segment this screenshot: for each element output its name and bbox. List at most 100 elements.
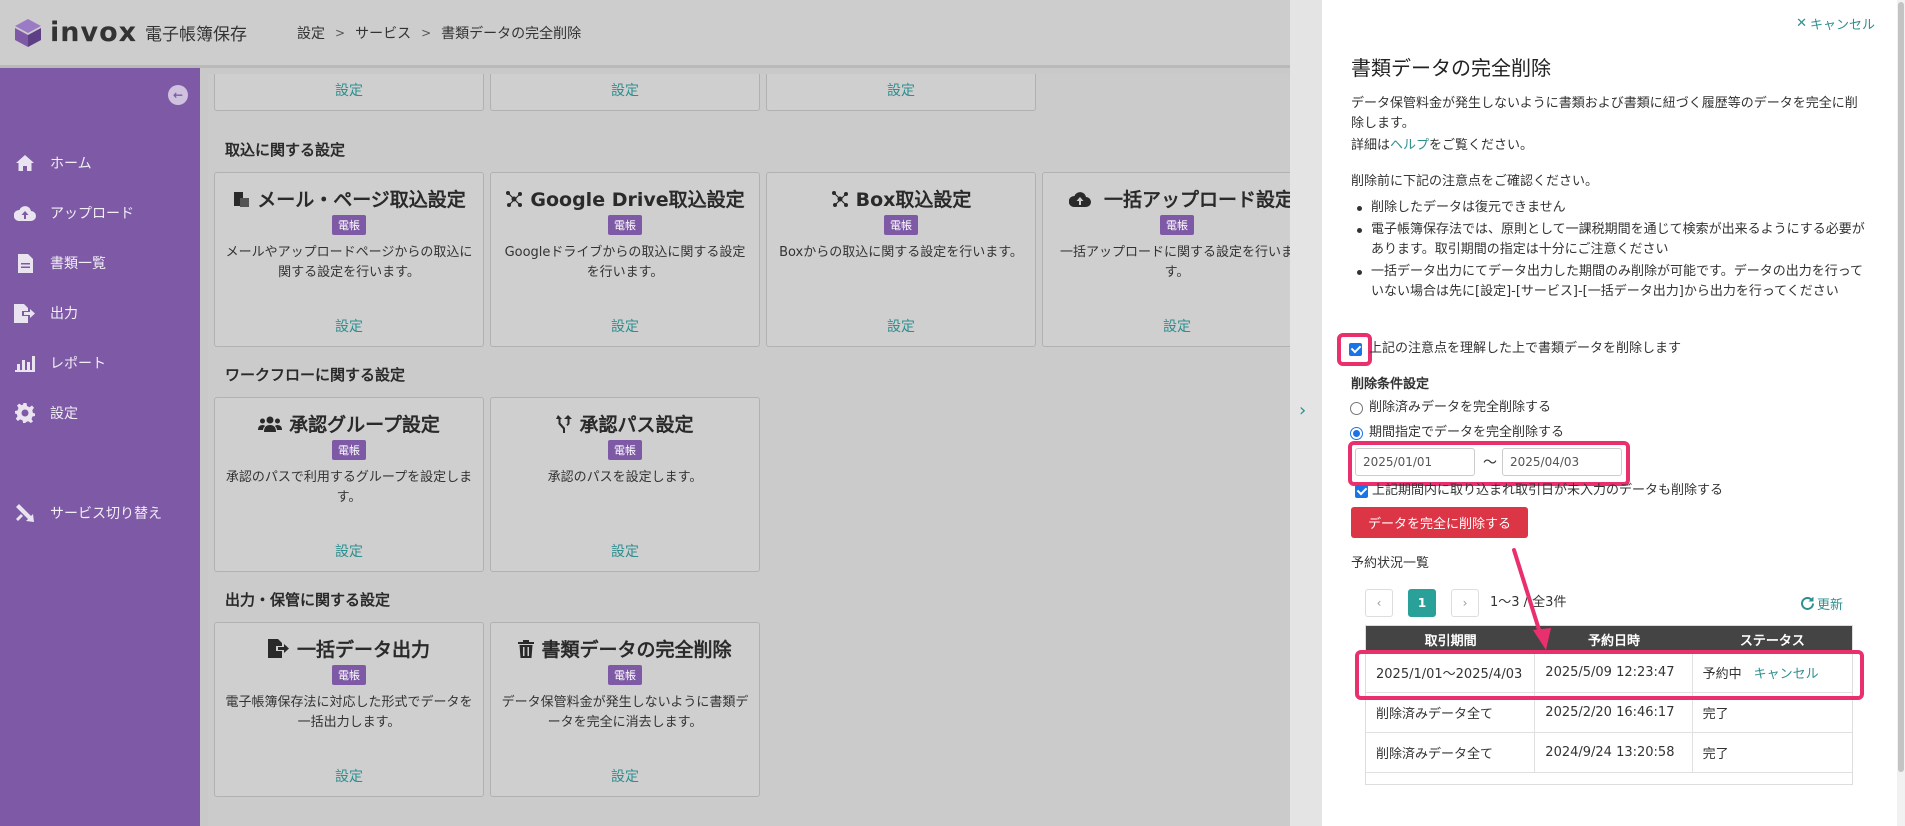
badge-denchou: 電帳	[608, 215, 642, 235]
card-settings-link[interactable]: 設定	[215, 316, 483, 336]
panel-intro: データ保管料金が発生しないように書類および書類に紐づく履歴等のデータを完全に削除…	[1351, 96, 1858, 131]
trash-icon	[518, 639, 535, 658]
upload-icon	[13, 203, 37, 223]
sidebar-item-upload[interactable]: アップロード	[0, 193, 200, 233]
gear-icon	[13, 403, 37, 423]
card-title: 書類データの完全削除	[541, 639, 732, 661]
radio-period[interactable]	[1350, 427, 1363, 440]
card-document-purge: 書類データの完全削除 電帳 データ保管料金が発生しないように書類データを完全に消…	[490, 622, 760, 797]
notice-lead: 削除前に下記の注意点をご確認ください。	[1351, 174, 1599, 189]
card-settings-link[interactable]: 設定	[215, 541, 483, 561]
card-settings-link[interactable]: 設定	[491, 316, 759, 336]
logo[interactable]: invox 電子帳簿保存	[12, 17, 247, 49]
confirm-checkbox[interactable]	[1349, 343, 1362, 356]
card-settings-link[interactable]: 設定	[491, 766, 759, 786]
card-settings-link[interactable]: 設定	[767, 316, 1035, 336]
table-footer	[1366, 772, 1852, 784]
breadcrumb-settings[interactable]: 設定	[297, 23, 325, 43]
card-description: Boxからの取込に関する設定を行います。	[779, 245, 1023, 260]
card-settings-link[interactable]: 設定	[215, 766, 483, 786]
card-approval-group: 承認グループ設定 電帳 承認のパスで利用するグループを設定します。 設定	[214, 397, 484, 572]
scrollbar-thumb[interactable]	[1898, 2, 1904, 772]
card-description: 承認のパスを設定します。	[547, 470, 703, 485]
panel-gutter: ›	[1290, 0, 1322, 826]
table-row: 削除済みデータ全て 2024/9/24 13:20:58 完了	[1366, 732, 1852, 772]
list-item: 削除したデータは復元できません	[1351, 198, 1871, 218]
pager-next-button[interactable]: ›	[1451, 589, 1479, 617]
radio-period-label: 期間指定でデータを完全削除する	[1369, 425, 1565, 440]
settings-card-partial: 設定	[490, 74, 760, 111]
sidebar-item-label: 出力	[50, 306, 78, 322]
breadcrumb-current: 書類データの完全削除	[441, 25, 582, 42]
date-to-input[interactable]: 2025/04/03	[1502, 448, 1622, 476]
users-icon	[258, 416, 283, 432]
app-header: invox 電子帳簿保存 設定 > サービス > 書類データの完全削除	[0, 0, 1290, 68]
refresh-button[interactable]: 更新	[1800, 594, 1843, 613]
column-header-reserved-at: 予約日時	[1587, 633, 1640, 649]
chevron-right-icon: >	[421, 25, 432, 40]
card-title: 一括データ出力	[296, 639, 430, 661]
sidebar-item-switch-service[interactable]: サービス切り替え	[0, 493, 200, 533]
reservations-table: 取引期間 予約日時 ステータス 2025/1/01〜2025/4/03 2025…	[1365, 625, 1853, 785]
sidebar-item-documents[interactable]: 書類一覧	[0, 243, 200, 283]
section-title-output-storage: 出力・保管に関する設定	[225, 591, 391, 609]
card-bulk-export: 一括データ出力 電帳 電子帳簿保存法に対応した形式でデータを一括出力します。 設…	[214, 622, 484, 797]
card-description: 電子帳簿保存法に対応した形式でデータを一括出力します。	[225, 695, 473, 730]
help-link[interactable]: ヘルプ	[1390, 138, 1429, 153]
chevron-right-icon: >	[335, 25, 346, 40]
main-content: 設定 設定 設定 取込に関する設定 メール・ページ取込設定 電帳 メールやアップ…	[208, 74, 1290, 826]
sidebar-item-export[interactable]: 出力	[0, 293, 200, 333]
sidebar: ← ホーム アップロード 書類一覧 出力 レポート 設定 サービス切り替え	[0, 68, 200, 826]
include-blank-date-label: 上記期間内に取り込まれ取引日が未入力のデータも削除する	[1372, 483, 1724, 498]
list-item: 一括データ出力にてデータ出力した期間のみ削除が可能です。データの出力を行っていな…	[1351, 262, 1871, 302]
list-item: 電子帳簿保存法では、原則として一課税期間を通じて検索が出来るようにする必要があり…	[1351, 220, 1871, 260]
cell-status: 完了	[1702, 747, 1729, 762]
panel-scrollbar[interactable]	[1897, 0, 1905, 826]
date-from-input[interactable]: 2025/01/01	[1355, 448, 1475, 476]
highlight-reservation-row	[1355, 650, 1864, 700]
collapse-sidebar-icon[interactable]: ←	[168, 85, 188, 105]
logo-text: invox	[50, 17, 138, 48]
pager-prev-button[interactable]: ‹	[1365, 589, 1393, 617]
badge-denchou: 電帳	[332, 665, 366, 685]
sidebar-item-label: レポート	[50, 356, 106, 372]
sidebar-item-settings[interactable]: 設定	[0, 393, 200, 433]
radio-deleted-data[interactable]	[1350, 402, 1363, 415]
reservations-title: 予約状況一覧	[1351, 556, 1430, 571]
branch-arrow-icon	[556, 414, 573, 433]
sidebar-item-label: サービス切り替え	[50, 506, 162, 522]
card-mail-page-import: メール・ページ取込設定 電帳 メールやアップロードページからの取込に関する設定を…	[214, 172, 484, 347]
card-approval-path: 承認パス設定 電帳 承認のパスを設定します。 設定	[490, 397, 760, 572]
include-blank-date-checkbox[interactable]	[1355, 485, 1368, 498]
pager-page-1[interactable]: 1	[1408, 589, 1436, 617]
card-settings-link[interactable]: 設定	[1043, 316, 1290, 336]
sidebar-item-home[interactable]: ホーム	[0, 143, 200, 183]
share-icon	[506, 190, 523, 207]
refresh-icon	[1800, 597, 1814, 610]
chevron-right-icon[interactable]: ›	[1299, 400, 1306, 421]
delete-data-button[interactable]: データを完全に削除する	[1351, 507, 1528, 538]
mail-upload-icon	[234, 191, 250, 207]
column-header-period: 取引期間	[1424, 633, 1477, 649]
document-icon	[13, 253, 37, 273]
card-settings-link[interactable]: 設定	[767, 80, 1035, 100]
card-settings-link[interactable]: 設定	[491, 80, 759, 100]
sidebar-item-label: ホーム	[50, 156, 92, 172]
breadcrumb-service[interactable]: サービス	[355, 23, 411, 43]
card-settings-link[interactable]: 設定	[491, 541, 759, 561]
confirm-label: 上記の注意点を理解した上で書類データを削除します	[1369, 341, 1682, 356]
card-description: 承認のパスで利用するグループを設定します。	[225, 470, 473, 505]
card-title: Box取込設定	[855, 189, 972, 211]
pager-summary: 1〜3 / 全3件	[1490, 595, 1567, 610]
report-icon	[13, 353, 37, 373]
cell-period: 削除済みデータ全て	[1366, 733, 1536, 772]
badge-denchou: 電帳	[332, 440, 366, 460]
badge-denchou: 電帳	[884, 215, 918, 235]
table-header: 取引期間 予約日時 ステータス	[1366, 626, 1852, 652]
badge-denchou: 電帳	[608, 440, 642, 460]
card-settings-link[interactable]: 設定	[215, 80, 483, 100]
sidebar-item-report[interactable]: レポート	[0, 343, 200, 383]
cancel-link[interactable]: ✕ キャンセル	[1796, 14, 1875, 33]
card-description: データ保管料金が発生しないように書類データを完全に消去します。	[501, 695, 749, 730]
conditions-title: 削除条件設定	[1351, 377, 1430, 392]
